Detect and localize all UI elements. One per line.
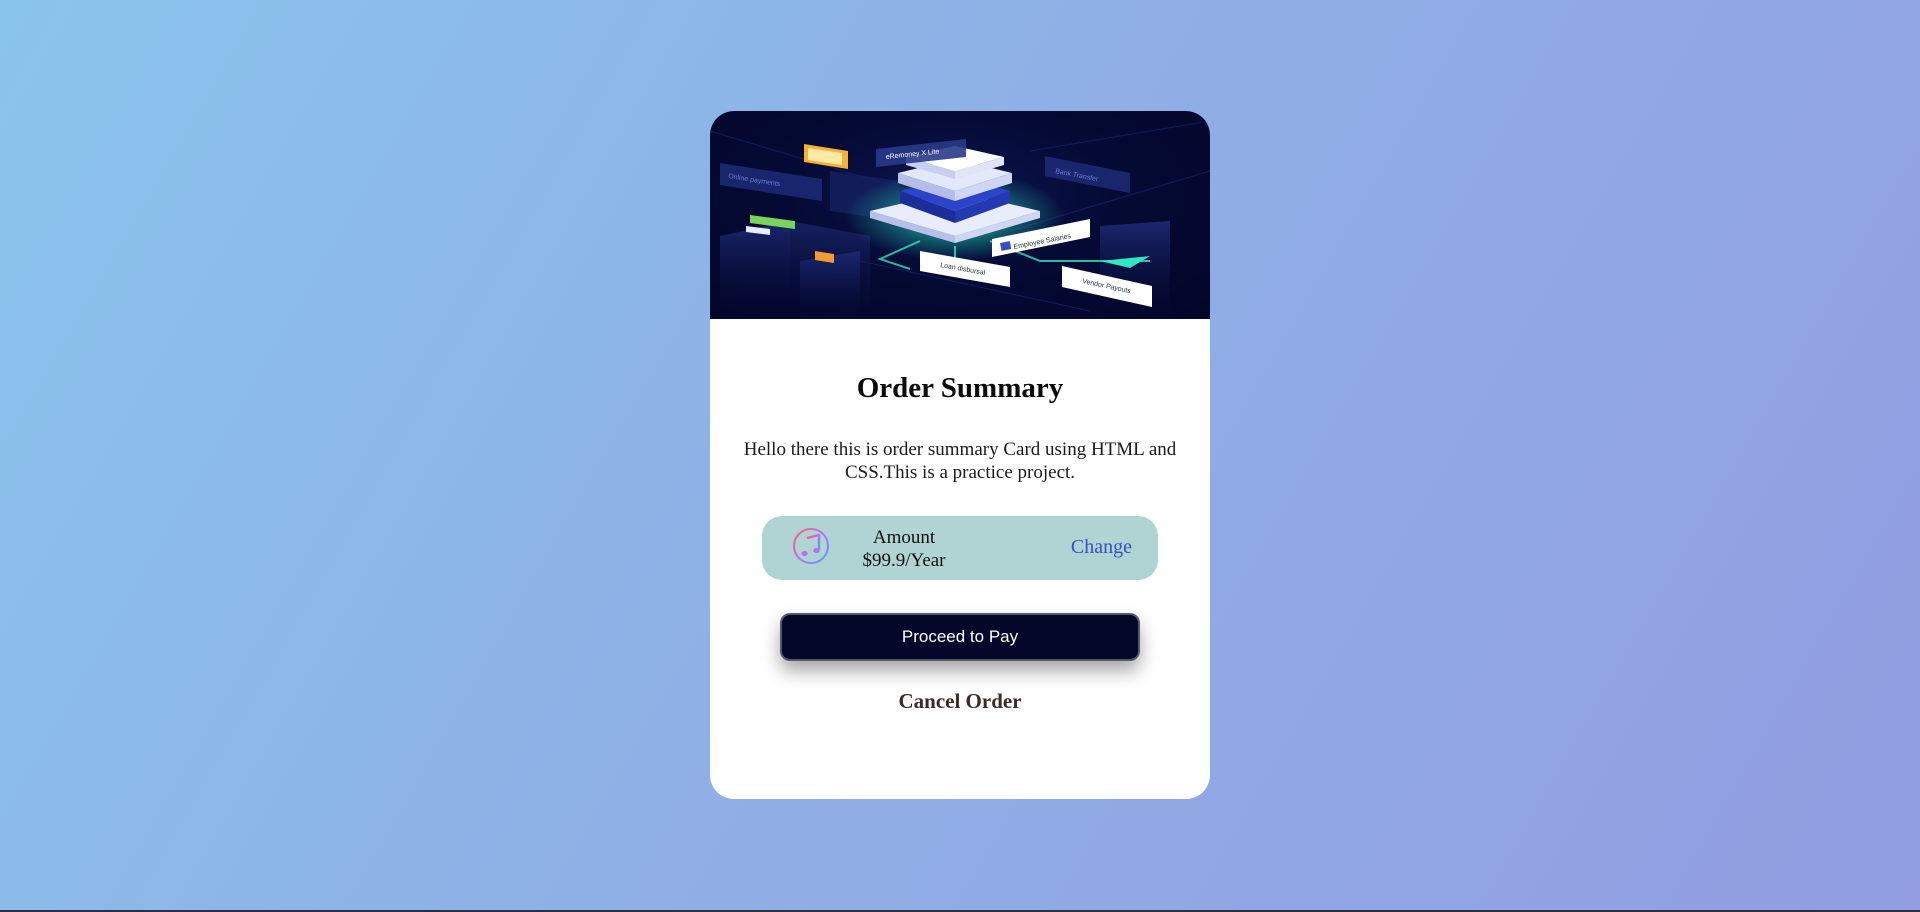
music-note-icon bbox=[793, 528, 829, 564]
order-summary-card: eRemoney X Lite Online payments Bank Tra… bbox=[710, 111, 1210, 799]
plan-label: Amount bbox=[872, 527, 936, 548]
plan-price: $99.9/Year bbox=[862, 550, 946, 571]
proceed-to-pay-button[interactable]: Proceed to Pay bbox=[780, 613, 1140, 661]
hero-illustration: eRemoney X Lite Online payments Bank Tra… bbox=[710, 111, 1210, 319]
plan-summary: Amount $99.9/Year Change bbox=[762, 516, 1158, 580]
plan-details: Amount $99.9/Year bbox=[856, 526, 952, 572]
change-plan-link[interactable]: Change bbox=[1071, 536, 1132, 559]
hero-illustration-svg: eRemoney X Lite Online payments Bank Tra… bbox=[710, 120, 1210, 319]
cancel-order-link[interactable]: Cancel Order bbox=[710, 689, 1210, 714]
order-description: Hello there this is order summary Card u… bbox=[743, 439, 1177, 483]
page-title: Order Summary bbox=[856, 372, 1064, 404]
